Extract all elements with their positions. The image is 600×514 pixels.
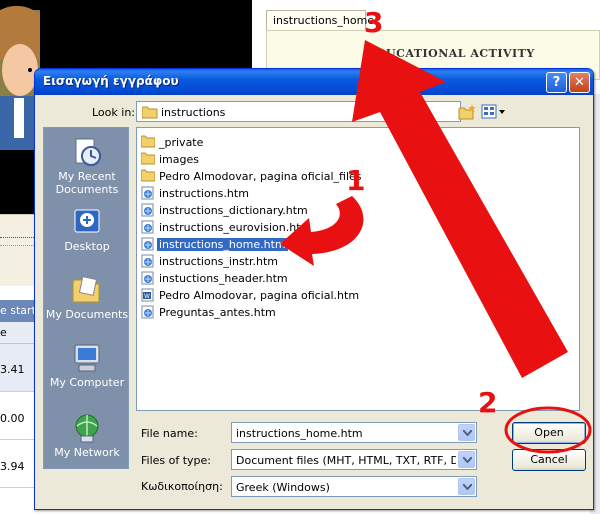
arrow-to-file [280,196,364,266]
annotation-overlay [280,40,592,454]
arrow-to-tab [352,40,568,378]
annotation-step-1: 1 [346,164,366,197]
annotation-step-2: 2 [478,386,498,419]
open-highlight-ellipse [504,406,592,454]
annotation-step-3: 3 [364,6,384,39]
